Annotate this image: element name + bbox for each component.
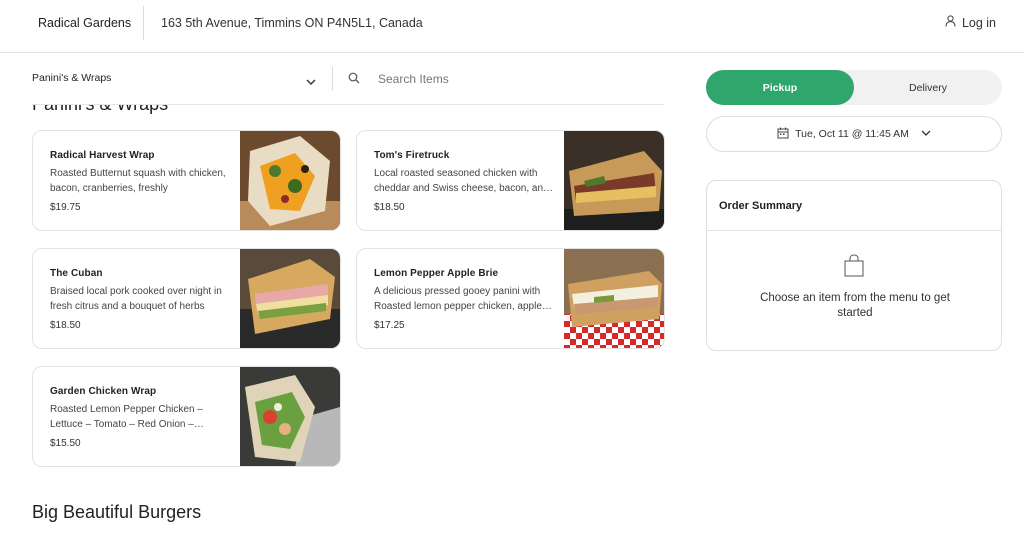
chevron-down-icon: [921, 128, 931, 140]
menu-item-name: Lemon Pepper Apple Brie: [374, 268, 499, 279]
menu-item-price: $19.75: [50, 202, 81, 213]
top-header: Radical Gardens 163 5th Avenue, Timmins …: [0, 0, 1024, 53]
menu-item-card[interactable]: Lemon Pepper Apple Brie A delicious pres…: [356, 248, 665, 349]
restaurant-address: 163 5th Avenue, Timmins ON P4N5L1, Canad…: [161, 16, 423, 30]
header-divider: [143, 6, 144, 40]
login-button[interactable]: Log in: [945, 15, 996, 30]
menu-item-name: Radical Harvest Wrap: [50, 150, 155, 161]
menu-item-photo: [240, 249, 340, 348]
chevron-down-icon: [306, 73, 316, 91]
menu-item-photo: [240, 367, 340, 466]
menu-item-price: $17.25: [374, 320, 405, 331]
menu-item-price: $18.50: [374, 202, 405, 213]
search-icon: [348, 71, 360, 89]
pickup-time-selector[interactable]: Tue, Oct 11 @ 11:45 AM: [706, 116, 1002, 152]
pickup-time-label: Tue, Oct 11 @ 11:45 AM: [795, 128, 909, 140]
menu-item-description: Braised local pork cooked over night in …: [50, 286, 222, 312]
menu-item-card[interactable]: The Cuban Braised local pork cooked over…: [32, 248, 341, 349]
order-summary-panel: Order Summary Choose an item from the me…: [706, 180, 1002, 351]
fulfillment-toggle: Pickup Delivery: [706, 70, 1002, 105]
category-dropdown-label: Panini's & Wraps: [32, 72, 112, 84]
menu-filter-bar: Panini's & Wraps: [32, 63, 664, 105]
menu-item-description: Roasted Butternut squash with chicken, b…: [50, 168, 226, 194]
empty-cart-message: Choose an item from the menu to get star…: [760, 292, 950, 319]
menu-item-photo: [564, 249, 664, 348]
login-label: Log in: [961, 15, 996, 30]
order-summary-title: Order Summary: [719, 200, 803, 212]
pickup-option[interactable]: Pickup: [706, 70, 854, 105]
menu-item-name: The Cuban: [50, 268, 103, 279]
menu-item-card[interactable]: Radical Harvest Wrap Roasted Butternut s…: [32, 130, 341, 231]
calendar-icon: [777, 127, 789, 142]
section-title-burgers: Big Beautiful Burgers: [32, 502, 202, 522]
menu-item-price: $18.50: [50, 320, 81, 331]
filter-bar-divider: [332, 67, 333, 91]
menu-item-photo: [564, 131, 664, 230]
shopping-bag-icon: [843, 254, 865, 283]
search-items-input[interactable]: [378, 70, 658, 88]
user-icon: [945, 15, 956, 30]
category-dropdown[interactable]: Panini's & Wraps: [32, 70, 322, 90]
menu-item-card[interactable]: Garden Chicken Wrap Roasted Lemon Pepper…: [32, 366, 341, 467]
menu-item-description: Roasted Lemon Pepper Chicken – Lettuce –…: [50, 404, 203, 430]
restaurant-name[interactable]: Radical Gardens: [38, 16, 131, 30]
menu-item-price: $15.50: [50, 438, 81, 449]
menu-item-description: Local roasted seasoned chicken with ched…: [374, 168, 549, 194]
delivery-option[interactable]: Delivery: [854, 70, 1002, 105]
menu-item-name: Tom's Firetruck: [374, 150, 450, 161]
menu-item-description: A delicious pressed gooey panini with Ro…: [374, 286, 542, 312]
summary-divider: [707, 230, 1001, 231]
menu-item-name: Garden Chicken Wrap: [50, 386, 157, 397]
menu-item-card[interactable]: Tom's Firetruck Local roasted seasoned c…: [356, 130, 665, 231]
menu-item-photo: [240, 131, 340, 230]
